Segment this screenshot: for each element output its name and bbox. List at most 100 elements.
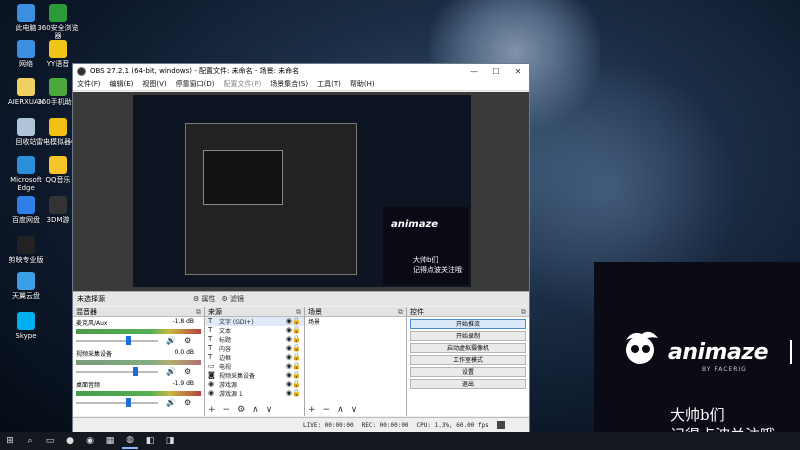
eye-icon[interactable]: ◉ [286,344,292,352]
lock-icon[interactable]: 🔒 [292,371,301,379]
minimize-button[interactable]: — [463,67,485,76]
menu-scene-collection[interactable]: 场景集合(S) [270,79,308,89]
menu-docks[interactable]: 停靠窗口(D) [176,79,215,89]
app2-icon[interactable]: ◨ [162,433,178,449]
windows-start-icon[interactable]: ⊞ [2,433,18,449]
gear-icon[interactable]: ⚙ [184,336,191,345]
add-source-icon[interactable]: + [208,405,216,415]
desktop-icon[interactable]: 360安全浏览器 [36,4,80,40]
app-icon [17,118,35,136]
source-settings-icon[interactable]: ⚙ [237,405,245,415]
menu-help[interactable]: 帮助(H) [350,79,375,89]
close-button[interactable]: ✕ [507,67,529,76]
speaker-icon[interactable]: 🔊 [166,398,176,407]
start-streaming-button[interactable]: 开始推流 [410,319,526,329]
task-view-icon[interactable]: ▭ [42,433,58,449]
source-item[interactable]: T 标题 ◉ 🔒 [205,335,304,344]
menu-tools[interactable]: 工具(T) [317,79,341,89]
volume-slider[interactable] [76,402,158,404]
eye-icon[interactable]: ◉ [286,380,292,388]
settings-button[interactable]: 设置 [410,367,526,377]
lock-icon[interactable]: 🔒 [292,317,301,325]
preview-line-2: 记得点波关注哦 [413,266,462,274]
source-item[interactable]: ◉ 游戏源 ◉ 🔒 [205,380,304,389]
eye-icon[interactable]: ◉ [286,389,292,397]
source-type-icon: T [208,353,213,361]
eye-icon[interactable]: ◉ [286,362,292,370]
store-icon[interactable]: ▦ [102,433,118,449]
exit-button[interactable]: 退出 [410,379,526,389]
lock-icon[interactable]: 🔒 [292,326,301,334]
desktop-icon[interactable]: 天翼云盘 [4,272,48,300]
source-type-icon: ◙ [208,371,215,379]
eye-icon[interactable]: ◉ [286,326,292,334]
add-scene-icon[interactable]: + [308,405,316,415]
speaker-icon[interactable]: 🔊 [166,336,176,345]
dock-float-icon[interactable]: ⧉ [196,307,201,317]
start-recording-button[interactable]: 开始录制 [410,331,526,341]
menu-profile[interactable]: 配置文件(P) [224,79,262,89]
volume-slider[interactable] [76,371,158,373]
lock-icon[interactable]: 🔒 [292,353,301,361]
source-item[interactable]: T 文本 ◉ 🔒 [205,326,304,335]
maximize-button[interactable]: ☐ [485,67,507,76]
lock-icon[interactable]: 🔒 [292,362,301,370]
obs-window[interactable]: OBS 27.2.1 (64-bit, windows) - 配置文件: 未命名… [72,63,530,433]
volume-slider-handle[interactable] [126,398,131,407]
lock-icon[interactable]: 🔒 [292,380,301,388]
app-icon[interactable]: ◧ [142,433,158,449]
filters-button[interactable]: ⚙ 滤镜 [222,294,245,304]
desktop-icon[interactable]: Skype [4,312,48,340]
volume-slider-handle[interactable] [126,336,131,345]
lock-icon[interactable]: 🔒 [292,344,301,352]
edge-icon[interactable]: ● [62,433,78,449]
search-icon[interactable]: ⌕ [22,433,38,449]
browser-icon[interactable]: ◉ [82,433,98,449]
title-bar[interactable]: OBS 27.2.1 (64-bit, windows) - 配置文件: 未命名… [73,64,529,78]
preview-canvas[interactable]: animaze 大帅b们 记得点波关注哦 [133,95,471,287]
preview-area[interactable]: animaze 大帅b们 记得点波关注哦 [73,92,529,291]
source-item[interactable]: T 内容 ◉ 🔒 [205,344,304,353]
lock-icon[interactable]: 🔒 [292,389,301,397]
remove-source-icon[interactable]: − [223,405,231,415]
speaker-icon[interactable]: 🔊 [166,367,176,376]
source-name: 文字 (GDI+) [219,319,254,326]
volume-slider[interactable] [76,340,158,342]
move-down-icon[interactable]: ∨ [351,405,358,415]
desktop-icon[interactable]: 剪映专业版 [4,236,48,264]
eye-icon[interactable]: ◉ [286,317,292,325]
channel-controls: 🔊 ⚙ [76,367,202,377]
eye-icon[interactable]: ◉ [286,335,292,343]
overlay-brand: animaze [668,340,769,365]
menu-view[interactable]: 视图(V) [142,79,166,89]
dock-float-icon[interactable]: ⧉ [398,307,403,317]
dock-float-icon[interactable]: ⧉ [296,307,301,317]
move-up-icon[interactable]: ∧ [337,405,344,415]
remove-scene-icon[interactable]: − [323,405,331,415]
lock-icon[interactable]: 🔒 [292,335,301,343]
source-item[interactable]: ▭ 电视 ◉ 🔒 [205,362,304,371]
source-item[interactable]: T 边框 ◉ 🔒 [205,353,304,362]
move-down-icon[interactable]: ∨ [266,405,273,415]
menu-file[interactable]: 文件(F) [77,79,101,89]
move-up-icon[interactable]: ∧ [252,405,259,415]
source-list: T 文字 (GDI+) ◉ 🔒 T 文本 ◉ 🔒 T 标题 ◉ 🔒 T 内容 ◉ 🔒 T 边框 ◉ 🔒 ▭ 电视 ◉ 🔒 ◙ 视频… [205,317,304,398]
obs-icon[interactable]: ◍ [122,433,138,449]
eye-icon[interactable]: ◉ [286,371,292,379]
properties-button[interactable]: ⚙ 属性 [193,294,216,304]
eye-icon[interactable]: ◉ [286,353,292,361]
source-item[interactable]: ◉ 游戏源 1 ◉ 🔒 [205,389,304,398]
gear-icon[interactable]: ⚙ [184,367,191,376]
rec-status: REC: 00:00:00 [361,421,409,429]
studio-mode-button[interactable]: 工作室模式 [410,355,526,365]
dock-float-icon[interactable]: ⧉ [521,307,526,317]
source-name: 文本 [219,328,232,335]
scene-item[interactable]: 场景 [305,317,406,326]
channel-volume-db: 0.0 dB [174,349,194,356]
source-item[interactable]: ◙ 视频采集设备 ◉ 🔒 [205,371,304,380]
start-virtual-camera-button[interactable]: 启动虚拟摄像机 [410,343,526,353]
menu-edit[interactable]: 编辑(E) [110,79,134,89]
volume-slider-handle[interactable] [133,367,138,376]
source-item[interactable]: T 文字 (GDI+) ◉ 🔒 [205,317,304,326]
gear-icon[interactable]: ⚙ [184,398,191,407]
